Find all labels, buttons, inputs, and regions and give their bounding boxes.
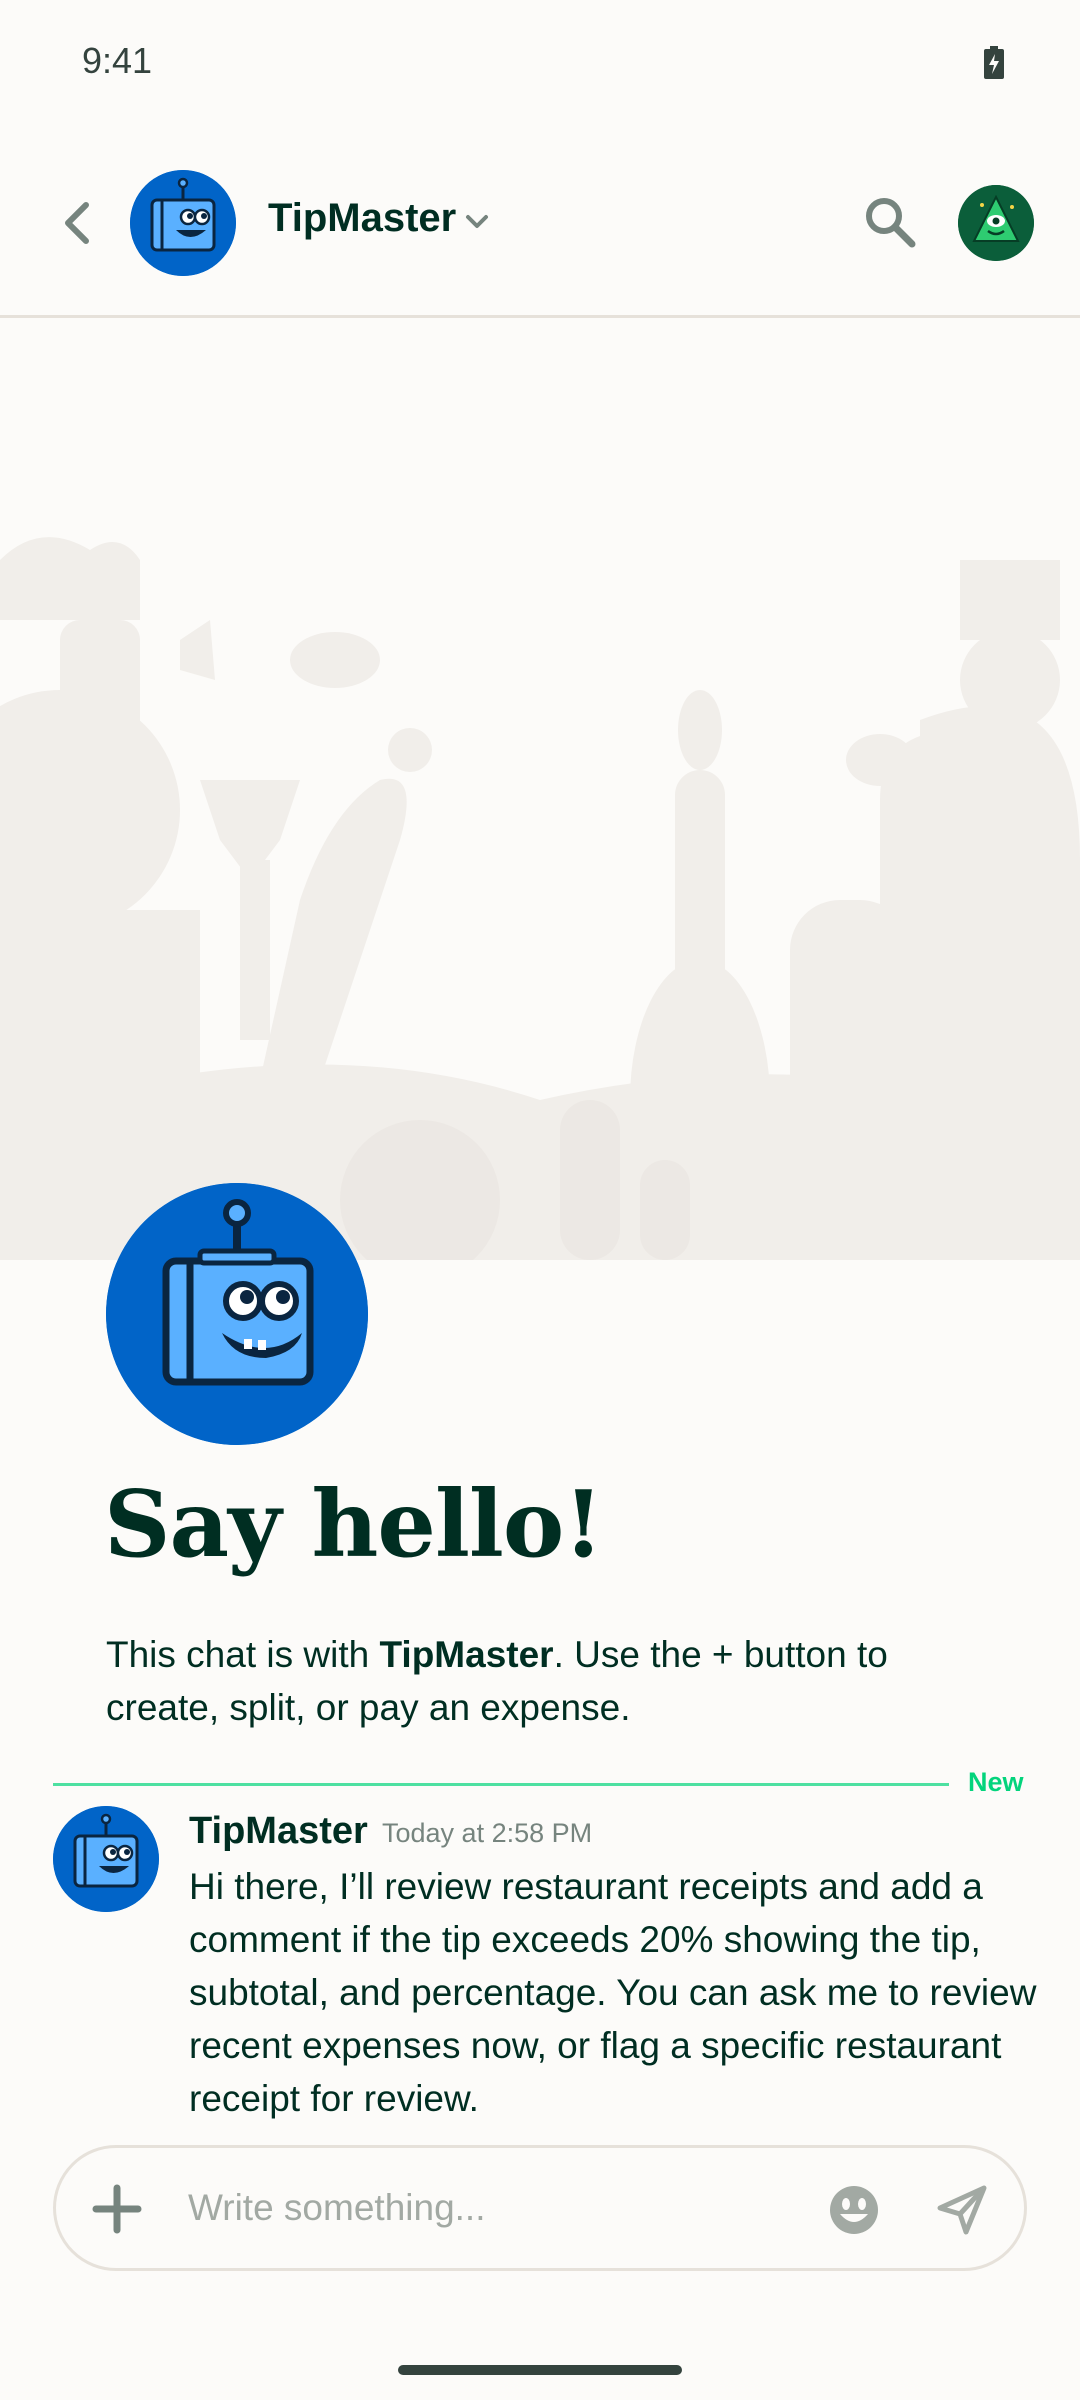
- new-messages-divider: [53, 1783, 949, 1786]
- home-indicator[interactable]: [398, 2365, 682, 2375]
- battery-icon: [984, 46, 1004, 79]
- user-avatar-icon: [958, 185, 1034, 261]
- add-button[interactable]: [90, 2182, 144, 2236]
- message-avatar[interactable]: [53, 1806, 159, 1912]
- robot-icon: [106, 1183, 368, 1445]
- user-avatar[interactable]: [958, 185, 1034, 261]
- search-button[interactable]: [862, 194, 918, 250]
- chat-title[interactable]: TipMaster: [268, 196, 456, 241]
- chevron-down-icon[interactable]: [462, 206, 492, 236]
- back-icon: [65, 202, 89, 244]
- welcome-text-name: TipMaster: [379, 1634, 554, 1675]
- message-body: Hi there, I’ll review restaurant receipt…: [189, 1866, 1037, 2119]
- robot-icon: [53, 1806, 159, 1912]
- message-timestamp: Today at 2:58 PM: [382, 1818, 593, 1848]
- new-messages-label: New: [968, 1767, 1024, 1797]
- send-icon: [937, 2185, 987, 2235]
- chat-header: TipMaster: [0, 130, 1080, 318]
- message-author[interactable]: TipMaster: [189, 1810, 368, 1853]
- status-time: 9:41: [82, 40, 153, 81]
- background-illustration: [0, 537, 1080, 1260]
- welcome-heading: Say hello!: [104, 1470, 604, 1578]
- status-bar: 9:41: [0, 0, 1080, 130]
- welcome-text-prefix: This chat is with: [106, 1634, 380, 1675]
- emoji-icon: [830, 2186, 878, 2234]
- emoji-button[interactable]: [828, 2184, 880, 2236]
- bot-avatar[interactable]: [130, 170, 236, 276]
- search-icon: [866, 198, 916, 248]
- send-button[interactable]: [936, 2184, 988, 2236]
- welcome-bot-avatar: [106, 1183, 368, 1445]
- message-input[interactable]: [188, 2178, 838, 2238]
- plus-icon: [92, 2184, 142, 2234]
- welcome-description: This chat is with TipMaster. Use the + b…: [106, 1628, 1006, 1734]
- back-button[interactable]: [54, 198, 100, 248]
- message-composer: [53, 2145, 1027, 2271]
- robot-icon: [130, 170, 236, 276]
